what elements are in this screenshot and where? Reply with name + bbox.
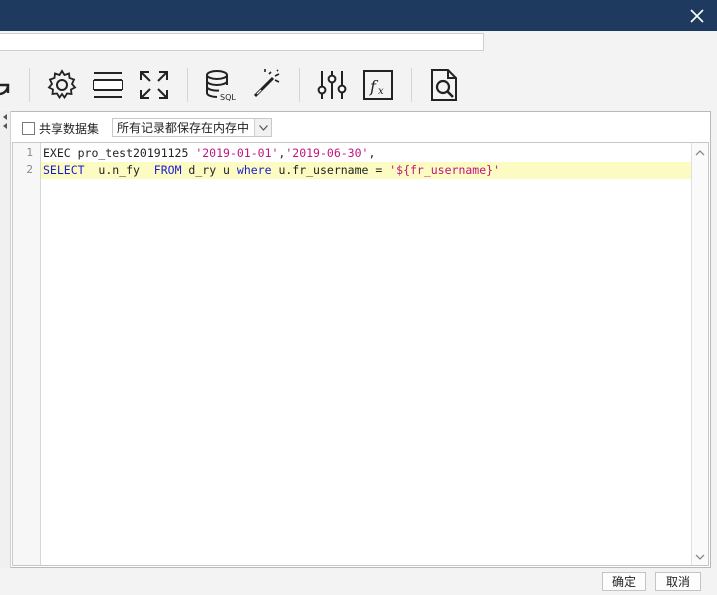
toolbar-divider <box>411 68 412 102</box>
title-bar <box>0 0 717 31</box>
svg-text:SQL: SQL <box>220 93 236 102</box>
line-number-gutter: 1 2 <box>13 143 41 565</box>
shared-dataset-option: 共享数据集 <box>22 119 99 137</box>
toolbar-divider <box>187 68 188 102</box>
function-fx-icon[interactable]: fx <box>361 68 395 102</box>
cancel-button[interactable]: 取消 <box>655 572 701 591</box>
cache-mode-select[interactable]: 所有记录都保存在内存中 <box>112 118 272 137</box>
code-token: d_ry u <box>181 163 237 177</box>
arrow-left-icon[interactable] <box>3 123 7 129</box>
refresh-icon[interactable] <box>0 68 16 102</box>
sliders-icon[interactable] <box>315 68 349 102</box>
toolbar: SQL fx <box>0 58 717 110</box>
code-string: '${fr_username}' <box>389 163 500 177</box>
code-keyword: FROM <box>153 163 182 177</box>
shared-dataset-checkbox[interactable] <box>22 121 35 135</box>
code-token: u.fr_username = <box>271 163 390 177</box>
line-number: 1 <box>26 146 33 159</box>
sql-editor[interactable]: 1 2 EXEC pro_test20191125 '2019-01-01','… <box>12 142 709 566</box>
code-keyword: SELECT <box>43 163 85 177</box>
code-string: '2019-06-30' <box>285 146 369 160</box>
vertical-scrollbar[interactable] <box>691 143 708 565</box>
toolbar-divider <box>299 68 300 102</box>
dataset-name-input[interactable] <box>0 33 484 51</box>
expand-icon[interactable] <box>137 68 171 102</box>
ok-button[interactable]: 确定 <box>602 572 646 591</box>
shared-dataset-label: 共享数据集 <box>39 121 100 136</box>
code-token: EXEC pro_test20191125 <box>43 146 196 160</box>
cache-mode-value: 所有记录都保存在内存中 <box>117 121 250 135</box>
scroll-down-icon[interactable] <box>695 551 705 561</box>
document-preview-icon[interactable] <box>427 68 461 102</box>
left-collapse-strip[interactable] <box>0 111 11 568</box>
code-keyword: where <box>236 163 272 177</box>
code-token: , <box>368 146 376 160</box>
code-line-2: SELECT u.n_fy FROM d_ry u where u.fr_use… <box>43 162 500 179</box>
toolbar-divider <box>29 68 30 102</box>
svg-text:x: x <box>378 86 384 97</box>
scroll-up-icon[interactable] <box>695 147 705 157</box>
code-string: '2019-01-01' <box>195 146 279 160</box>
magic-wand-icon[interactable] <box>249 68 283 102</box>
arrow-left-icon[interactable] <box>3 114 7 120</box>
code-token: u.n_fy <box>84 163 154 177</box>
settings-gear-icon[interactable] <box>45 68 79 102</box>
database-sql-icon[interactable]: SQL <box>203 68 237 102</box>
code-line-1: EXEC pro_test20191125 '2019-01-01','2019… <box>43 145 375 162</box>
row-split-icon[interactable] <box>91 68 125 102</box>
line-number: 2 <box>26 163 33 176</box>
chevron-down-icon[interactable] <box>254 119 271 136</box>
close-icon[interactable] <box>687 6 707 26</box>
